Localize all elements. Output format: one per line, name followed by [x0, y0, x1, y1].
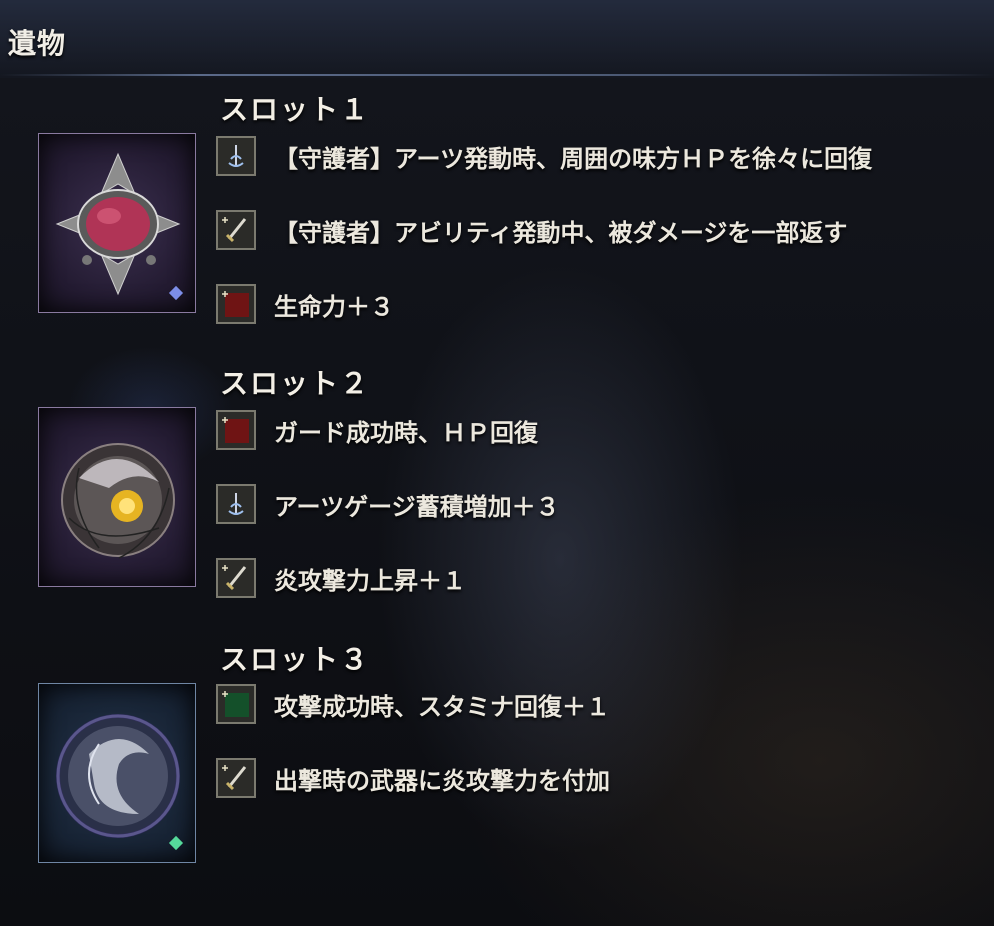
arts-icon: [216, 136, 256, 176]
effect-text: アーツゲージ蓄積増加＋３: [274, 491, 560, 521]
effect-text: ガード成功時、ＨＰ回復: [274, 417, 538, 447]
slot-1-effect-1: 【守護者】アーツ発動時、周囲の味方ＨＰを徐々に回復: [216, 136, 872, 176]
header-band: [0, 0, 994, 78]
slot-1-effect-2: 【守護者】アビリティ発動中、被ダメージを一部返す: [216, 210, 847, 250]
slot-3-heading: スロット３: [220, 643, 371, 676]
header-divider: [0, 74, 994, 76]
effect-text: 生命力＋３: [274, 291, 394, 321]
golden-orb-nest-icon: [61, 443, 175, 559]
effect-text: 出撃時の武器に炎攻撃力を付加: [274, 765, 610, 795]
slot-3-effect-2: 出撃時の武器に炎攻撃力を付加: [216, 758, 610, 798]
slot-3-effect-1: 攻撃成功時、スタミナ回復＋１: [216, 684, 610, 724]
slot-2-heading: スロット２: [220, 367, 371, 400]
relic-slot-3[interactable]: [38, 683, 196, 863]
sword-icon: [216, 210, 256, 250]
slot-1-effect-3: 生命力＋３: [216, 284, 394, 324]
slot-2-effect-1: ガード成功時、ＨＰ回復: [216, 410, 538, 450]
slot-1-heading: スロット１: [220, 93, 371, 126]
effect-text: 【守護者】アーツ発動時、周囲の味方ＨＰを徐々に回復: [274, 143, 873, 173]
slot-2-effect-3: 炎攻撃力上昇＋１: [216, 558, 466, 598]
relic-slot-1[interactable]: [38, 133, 196, 313]
effect-text: 【守護者】アビリティ発動中、被ダメージを一部返す: [274, 217, 848, 247]
relic-slot-2[interactable]: [38, 407, 196, 587]
arts-icon: [216, 484, 256, 524]
red-square-icon: [216, 284, 256, 324]
green-square-icon: [216, 684, 256, 724]
sword-icon: [216, 758, 256, 798]
effect-text: 攻撃成功時、スタミナ回復＋１: [274, 691, 610, 721]
effect-text: 炎攻撃力上昇＋１: [274, 565, 466, 595]
slot-2-effect-2: アーツゲージ蓄積増加＋３: [216, 484, 560, 524]
sword-icon: [216, 558, 256, 598]
red-square-icon: [216, 410, 256, 450]
page-title: 遺物: [8, 27, 67, 60]
